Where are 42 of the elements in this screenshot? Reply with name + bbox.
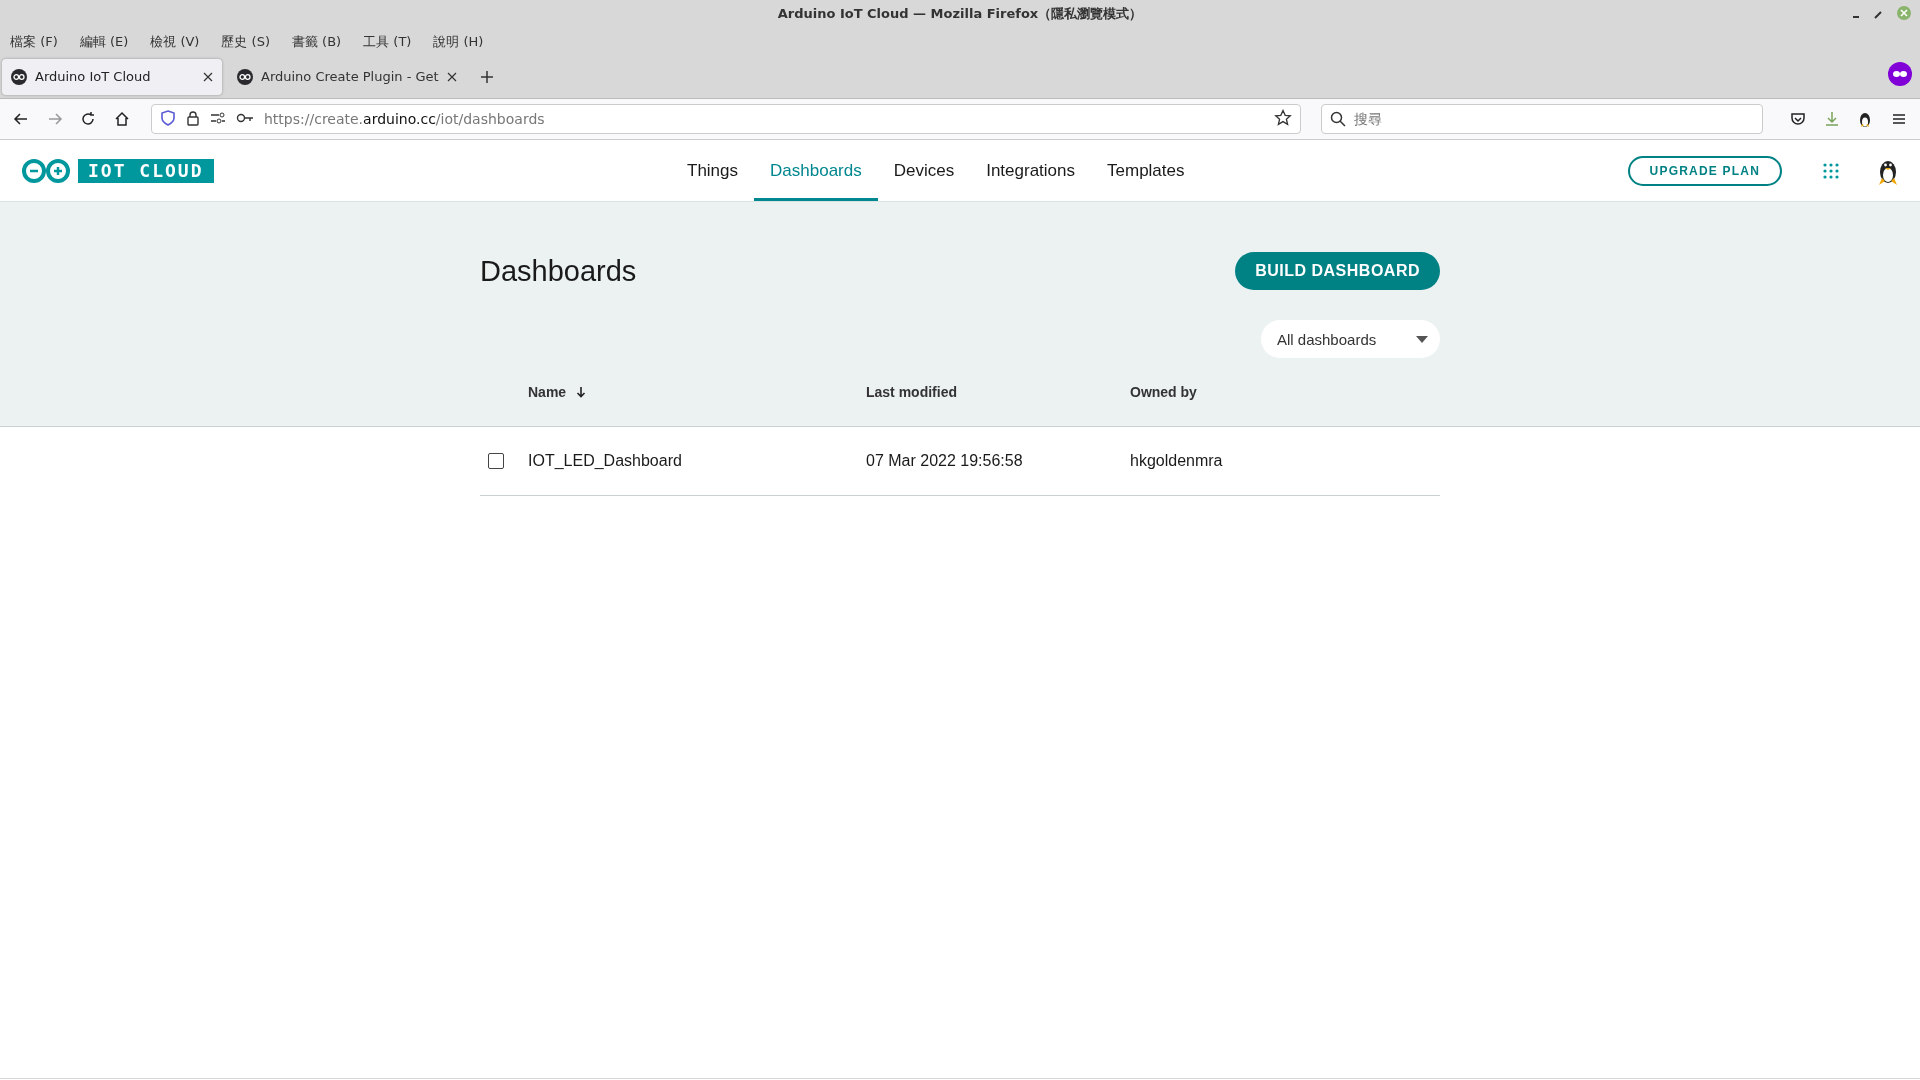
nav-tab[interactable]: Templates — [1091, 140, 1201, 201]
close-tab-icon[interactable] — [203, 71, 213, 82]
column-header[interactable]: Last modified — [866, 384, 957, 400]
menu-item[interactable]: 說明 (H) — [433, 32, 484, 51]
column-header[interactable]: Owned by — [1130, 384, 1197, 400]
search-field[interactable]: 搜尋 — [1321, 104, 1763, 134]
private-browsing-icon — [1888, 62, 1912, 89]
tab-title: Arduino Create Plugin - Get — [261, 69, 439, 84]
caret-icon — [1416, 335, 1428, 343]
arduino-logo-icon — [20, 158, 72, 183]
window-title: Arduino IoT Cloud — Mozilla Firefox（隱私瀏覽模式） — [777, 5, 1143, 23]
menu-item[interactable]: 工具 (T) — [363, 32, 412, 51]
arduino-logo-icon — [237, 68, 253, 85]
apps-grid-icon[interactable] — [1822, 161, 1840, 180]
browser-tab[interactable]: Arduino IoT Cloud — [2, 58, 222, 95]
nav-tab[interactable]: Things — [671, 140, 755, 201]
table-cell-text: hkgoldenmra — [1130, 452, 1224, 470]
nav-tab[interactable]: Devices — [877, 140, 971, 201]
tab-title: Arduino IoT Cloud — [35, 69, 152, 84]
arduino-logo-icon — [11, 68, 27, 85]
row-checkbox[interactable] — [488, 453, 504, 469]
menu-item[interactable]: 歷史 (S) — [221, 32, 270, 51]
address-bar[interactable]: https://create.arduino.cc/iot/dashboards — [151, 104, 1301, 134]
url-text: https://create.arduino.cc/iot/dashboards — [264, 111, 546, 127]
logo-text[interactable]: IOT CLOUD — [78, 158, 214, 183]
nav-tab[interactable]: Integrations — [970, 140, 1091, 201]
close-tab-icon[interactable] — [446, 71, 457, 82]
menu-item[interactable]: 檔案 (F) — [10, 32, 58, 51]
dashboard-filter-dropdown[interactable]: All dashboards — [1261, 320, 1440, 358]
upgrade-plan-button[interactable]: UPGRADE PLAN — [1627, 155, 1782, 186]
lock-icon[interactable] — [186, 109, 200, 129]
menu-item[interactable]: 書籤 (B) — [291, 32, 342, 51]
build-dashboard-button[interactable]: BUILD DASHBOARD — [1235, 252, 1440, 290]
menu-item[interactable]: 編輯 (E) — [79, 32, 129, 51]
menu-item[interactable]: 檢視 (V) — [150, 32, 200, 51]
search-icon — [1330, 111, 1346, 127]
column-header[interactable]: Name — [528, 384, 567, 400]
page-title: Dashboards — [480, 254, 637, 288]
browser-tab[interactable]: Arduino Create Plugin - Get — [228, 58, 466, 95]
sort-down-icon[interactable] — [576, 386, 587, 398]
table-cell-text: 07 Mar 2022 19:56:58 — [866, 452, 1024, 470]
table-cell-text: IOT_LED_Dashboard — [528, 452, 683, 470]
